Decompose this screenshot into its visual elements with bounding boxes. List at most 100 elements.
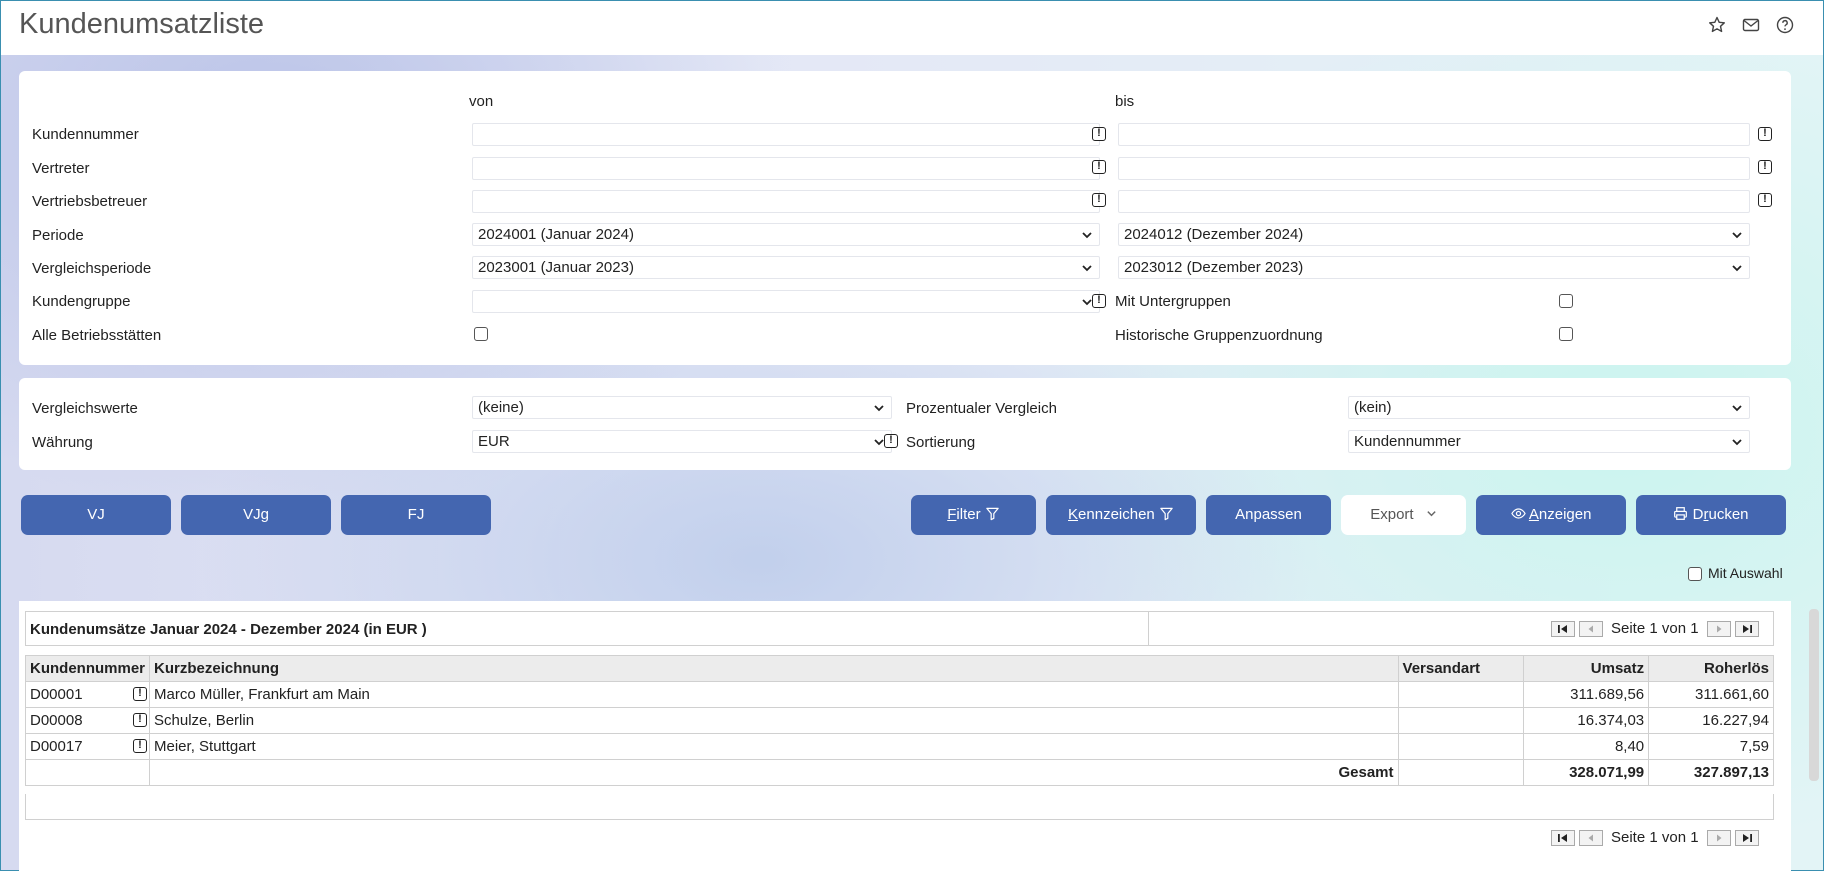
prozentualer-vergleich-select[interactable]: (kein) [1348,396,1750,419]
kundennummer-to-lookup-icon[interactable]: ! [1758,127,1772,141]
next-page-icon [1716,834,1722,841]
chevron-down-icon [1732,405,1742,412]
vergleichsperiode-from-value: 2023001 (Januar 2023) [478,259,634,276]
vertriebsbetreuer-from-lookup-icon[interactable]: ! [1092,193,1106,207]
prev-page-icon [1588,625,1593,632]
results-caption: Kundenumsätze Januar 2024 - Dezember 202… [30,621,427,638]
col-header-roherloes[interactable]: Roherlös [1648,655,1774,682]
vertreter-from-input[interactable] [472,157,1100,180]
mail-icon[interactable] [1741,15,1761,35]
table-row[interactable]: D00008! Schulze, Berlin 16.374,03 16.227… [24,707,1774,734]
vertriebsbetreuer-to-input[interactable] [1118,190,1750,213]
next-page-icon [1716,625,1722,632]
drucken-button[interactable]: Drucken [1636,495,1786,535]
waehrung-value: EUR [478,433,510,450]
customer-info-icon[interactable]: ! [133,713,148,727]
kennzeichen-button-accesskey: K [1068,506,1079,523]
anzeigen-button[interactable]: Anzeigen [1476,495,1626,535]
sortierung-value: Kundennummer [1354,433,1461,450]
col-header-versandart[interactable]: Versandart [1397,655,1525,682]
chevron-down-icon [1732,439,1742,446]
label-sortierung: Sortierung [906,434,976,451]
cell-kundennummer[interactable]: D00008! [24,707,151,734]
vergleichsperiode-to-select[interactable]: 2023012 (Dezember 2023) [1118,256,1750,279]
next-page-button[interactable] [1706,829,1731,846]
waehrung-select[interactable]: EUR [472,430,892,453]
last-page-button[interactable] [1734,620,1759,637]
vj-button[interactable]: VJ [21,495,171,535]
label-waehrung: Währung [32,434,93,451]
customer-info-icon[interactable]: ! [133,739,148,753]
cell-kundennummer[interactable]: D00001! [24,681,151,708]
prev-page-button[interactable] [1579,620,1603,637]
kundengruppe-select[interactable] [472,290,1100,313]
col-header-umsatz[interactable]: Umsatz [1523,655,1650,682]
filter-button[interactable]: Filter [911,495,1036,535]
prev-page-button[interactable] [1579,829,1603,846]
waehrung-lookup-icon[interactable]: ! [884,434,898,448]
first-page-button[interactable] [1551,620,1575,637]
caption-divider [1148,612,1149,645]
first-page-button[interactable] [1551,829,1575,846]
last-page-button[interactable] [1734,829,1759,846]
periode-from-select[interactable]: 2024001 (Januar 2024) [472,223,1100,246]
periode-to-value: 2024012 (Dezember 2024) [1124,226,1304,243]
kundennummer-to-input[interactable] [1118,123,1750,146]
col-header-kurzbezeichnung[interactable]: Kurzbezeichnung [149,655,1399,682]
star-icon[interactable] [1707,15,1727,35]
table-row[interactable]: D00001! Marco Müller, Frankfurt am Main … [24,681,1774,708]
kennzeichen-button[interactable]: Kennzeichen [1046,495,1196,535]
cell-versandart [1397,733,1525,760]
vertriebsbetreuer-from-input[interactable] [472,190,1100,213]
vertriebsbetreuer-to-lookup-icon[interactable]: ! [1758,193,1772,207]
chevron-down-icon [1082,265,1092,272]
kundengruppe-lookup-icon[interactable]: ! [1092,294,1106,308]
kundennummer-value[interactable]: D00017 [30,738,83,755]
chevron-down-icon [1732,265,1742,272]
vjg-button[interactable]: VJg [181,495,331,535]
vergleichswerte-value: (keine) [478,399,524,416]
label-vertreter: Vertreter [32,160,90,177]
vertreter-from-lookup-icon[interactable]: ! [1092,160,1106,174]
first-page-icon [1558,624,1567,633]
cell-kundennummer[interactable]: D00017! [24,733,151,760]
table-row[interactable]: D00017! Meier, Stuttgart 8,40 7,59 [24,733,1774,760]
cell-umsatz: 16.374,03 [1523,707,1650,734]
next-page-button[interactable] [1706,620,1731,637]
sortierung-select[interactable]: Kundennummer [1348,430,1750,453]
help-icon[interactable] [1775,15,1795,35]
pager-top: Seite 1 von 1 [1551,620,1759,637]
kundennummer-value[interactable]: D00001 [30,686,83,703]
filter-button-label: ilter [956,506,981,523]
chevron-down-icon [1427,511,1436,517]
vertical-scrollbar[interactable] [1809,609,1819,781]
customer-info-icon[interactable]: ! [133,687,148,701]
label-prozentualer-vergleich: Prozentualer Vergleich [906,400,1057,417]
alle-betriebsstaetten-checkbox[interactable] [474,327,488,341]
label-vertriebsbetreuer: Vertriebsbetreuer [32,193,148,210]
col-label-from: von [469,93,494,110]
col-header-kundennummer[interactable]: Kundennummer [24,655,151,682]
export-button[interactable]: Export [1341,495,1466,535]
drucken-button-label: ucken [1708,506,1749,523]
mit-auswahl-checkbox[interactable] [1688,567,1702,581]
mit-untergruppen-checkbox[interactable] [1559,294,1573,308]
fj-button[interactable]: FJ [341,495,491,535]
prozentualer-vergleich-value: (kein) [1354,399,1392,416]
vertreter-to-lookup-icon[interactable]: ! [1758,160,1772,174]
anpassen-button[interactable]: Anpassen [1206,495,1331,535]
vergleichsperiode-from-select[interactable]: 2023001 (Januar 2023) [472,256,1100,279]
vergleichsperiode-to-value: 2023012 (Dezember 2023) [1124,259,1304,276]
chevron-down-icon [1732,232,1742,239]
label-mit-untergruppen: Mit Untergruppen [1115,293,1231,310]
anzeigen-button-label: nzeigen [1538,506,1592,523]
periode-to-select[interactable]: 2024012 (Dezember 2024) [1118,223,1750,246]
historische-gruppenzuordnung-checkbox[interactable] [1559,327,1573,341]
periode-from-value: 2024001 (Januar 2024) [478,226,634,243]
vertreter-to-input[interactable] [1118,157,1750,180]
cell-kurzbezeichnung: Marco Müller, Frankfurt am Main [149,681,1399,708]
kundennummer-from-lookup-icon[interactable]: ! [1092,127,1106,141]
kundennummer-from-input[interactable] [472,123,1100,146]
vergleichswerte-select[interactable]: (keine) [472,396,892,419]
kundennummer-value[interactable]: D00008 [30,712,83,729]
